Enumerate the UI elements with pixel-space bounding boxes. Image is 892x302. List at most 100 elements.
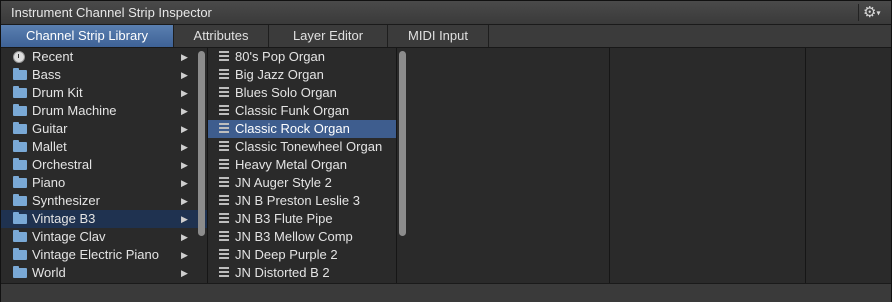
preset-item[interactable]: JN Deep Purple 2 [208,246,396,264]
channel-strip-icon [219,195,229,207]
folder-icon [13,248,27,260]
clock-icon [13,51,25,63]
category-item[interactable]: Bass ▶ [1,66,207,84]
folder-icon [13,122,27,134]
category-label: Vintage Electric Piano [32,247,159,262]
status-bar [1,283,891,302]
folder-icon [13,266,27,278]
chevron-right-icon: ▶ [181,214,188,224]
category-item[interactable]: Drum Kit ▶ [1,84,207,102]
preset-item[interactable]: Heavy Metal Organ [208,156,396,174]
preset-item[interactable]: JN B Preston Leslie 3 [208,192,396,210]
preset-label: JN B3 Flute Pipe [235,211,333,226]
category-column: Recent ▶ Bass ▶ Drum Kit ▶ Drum Machine ▶ Guitar… [1,48,208,283]
chevron-right-icon: ▶ [181,232,188,242]
category-label: World [32,265,66,280]
category-item[interactable]: Orchestral ▶ [1,156,207,174]
channel-strip-icon [219,141,229,153]
preset-item[interactable]: Big Jazz Organ [208,66,396,84]
channel-strip-icon [219,51,229,63]
category-item[interactable]: Synthesizer ▶ [1,192,207,210]
preset-item[interactable]: Classic Tonewheel Organ [208,138,396,156]
preset-label: JN Auger Style 2 [235,175,332,190]
folder-icon [13,194,27,206]
category-label: Drum Kit [32,85,83,100]
folder-icon [13,158,27,170]
channel-strip-icon [219,249,229,261]
preset-item[interactable]: JN Auger Style 2 [208,174,396,192]
chevron-right-icon: ▶ [181,196,188,206]
category-label: Bass [32,67,61,82]
category-item[interactable]: Drum Machine ▶ [1,102,207,120]
preset-label: Heavy Metal Organ [235,157,347,172]
category-label: Guitar [32,121,68,136]
chevron-down-icon: ▾ [876,8,881,18]
preset-label: Blues Solo Organ [235,85,337,100]
preset-label: Classic Funk Organ [235,103,350,118]
category-label: Mallet [32,139,67,154]
channel-strip-icon [219,69,229,81]
preset-label: Classic Tonewheel Organ [235,139,383,154]
channel-strip-icon [219,231,229,243]
category-label: Orchestral [32,157,92,172]
preset-label: 80's Pop Organ [235,49,325,64]
preset-label: JN Deep Purple 2 [235,247,338,262]
preset-label: JN B Preston Leslie 3 [235,193,361,208]
preset-label: Big Jazz Organ [235,67,324,82]
preset-item[interactable]: Classic Rock Organ [208,120,396,138]
channel-strip-icon [219,123,229,135]
tab-channel-strip-library[interactable]: Channel Strip Library [1,25,174,47]
empty-column-2 [610,48,806,283]
title-bar: Instrument Channel Strip Inspector ⚙▾ [1,1,891,25]
preset-column: 80's Pop Organ Big Jazz Organ Blues Solo O… [208,48,406,283]
folder-icon [13,140,27,152]
category-item[interactable]: Vintage Clav ▶ [1,228,207,246]
category-item[interactable]: Mallet ▶ [1,138,207,156]
category-item[interactable]: Vintage B3 ▶ [1,210,207,228]
tab-layer-editor[interactable]: Layer Editor [269,25,388,47]
category-label: Vintage B3 [32,211,96,226]
category-item[interactable]: World ▶ [1,264,207,282]
channel-strip-icon [219,87,229,99]
preset-item[interactable]: Classic Funk Organ [208,102,396,120]
preset-item[interactable]: JN Distorted B 2 [208,264,396,282]
tab-bar: Channel Strip Library Attributes Layer E… [1,25,891,48]
category-label: Recent [32,49,74,64]
chevron-right-icon: ▶ [181,160,188,170]
category-label: Piano [32,175,66,190]
chevron-right-icon: ▶ [181,124,188,134]
window-title: Instrument Channel Strip Inspector [11,5,212,20]
tab-midi-input[interactable]: MIDI Input [388,25,489,47]
folder-icon [13,68,27,80]
preset-item[interactable]: JN B3 Flute Pipe [208,210,396,228]
channel-strip-icon [219,267,229,279]
folder-icon [13,86,27,98]
channel-strip-icon [219,105,229,117]
inspector-window: Instrument Channel Strip Inspector ⚙▾ Ch… [0,0,892,302]
chevron-right-icon: ▶ [181,70,188,80]
folder-icon [13,104,27,116]
channel-strip-icon [219,177,229,189]
category-item[interactable]: Recent ▶ [1,48,207,66]
preset-label: Classic Rock Organ [235,121,350,136]
chevron-right-icon: ▶ [181,250,188,260]
preset-item[interactable]: JN B3 Mellow Comp [208,228,396,246]
preset-item[interactable]: Blues Solo Organ [208,84,396,102]
channel-strip-icon [219,159,229,171]
folder-icon [13,230,27,242]
preset-label: JN Distorted B 2 [235,265,330,280]
preset-item[interactable]: 80's Pop Organ [208,48,396,66]
category-item[interactable]: Piano ▶ [1,174,207,192]
category-item[interactable]: Vintage Electric Piano ▶ [1,246,207,264]
chevron-right-icon: ▶ [181,142,188,152]
category-item[interactable]: Guitar ▶ [1,120,207,138]
preset-label: JN B3 Mellow Comp [235,229,353,244]
chevron-right-icon: ▶ [181,106,188,116]
tab-attributes[interactable]: Attributes [174,25,269,47]
chevron-right-icon: ▶ [181,268,188,278]
empty-column-1 [397,48,610,283]
category-scrollbar[interactable] [198,51,205,236]
category-label: Vintage Clav [32,229,106,244]
category-label: Drum Machine [32,103,117,118]
gear-icon[interactable]: ⚙▾ [858,4,883,21]
